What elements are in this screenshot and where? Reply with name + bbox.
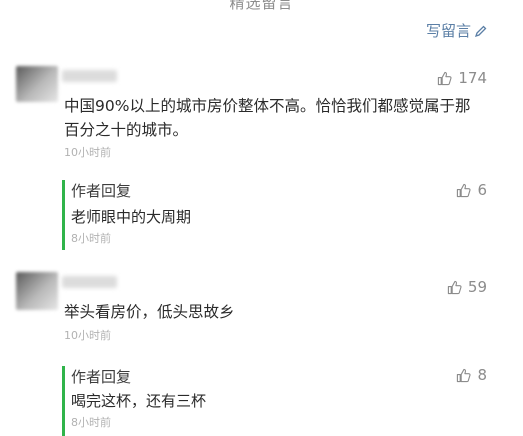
thumbs-up-icon [457,183,472,197]
comment-text: 举头看房价，低头思故乡 [64,303,235,321]
like-count: 8 [477,366,487,384]
thumbs-up-icon [457,368,472,382]
like-count: 59 [467,278,487,296]
author-reply: 作者回复 老师眼中的大周期 8小时前 [62,180,191,250]
write-comment-link[interactable]: 写留言 [426,20,487,41]
author-reply: 作者回复 喝完这杯，还有三杯 8小时前 [62,366,206,436]
write-comment-label: 写留言 [425,22,471,40]
author-reply-text: 老师眼中的大周期 [71,208,192,226]
avatar [16,272,58,310]
comment-time: 10小时前 [64,329,111,342]
comment-text: 中国90%以上的城市房价整体不高。恰恰我们都感觉属于那 百分之十的城市。 [64,97,471,139]
avatar [16,66,58,102]
thumbs-up-icon [438,71,452,85]
reply-like-button[interactable]: 8 [456,366,487,384]
comment-time: 10小时前 [64,146,111,159]
pencil-icon [475,25,487,37]
reply-like-button[interactable]: 6 [456,181,487,199]
like-count: 174 [458,69,487,87]
author-reply-text: 喝完这杯，还有三杯 [71,392,207,410]
nickname [62,276,117,288]
nickname [62,70,117,82]
like-count: 6 [477,181,487,199]
section-title: 精选留言 [229,0,294,12]
author-reply-label: 作者回复 [71,368,132,386]
like-button[interactable]: 59 [447,278,487,296]
thumbs-up-icon [447,280,462,294]
like-button[interactable]: 174 [437,69,487,87]
author-reply-time: 8小时前 [71,232,111,245]
author-reply-label: 作者回复 [71,182,132,200]
author-reply-time: 8小时前 [71,416,111,429]
